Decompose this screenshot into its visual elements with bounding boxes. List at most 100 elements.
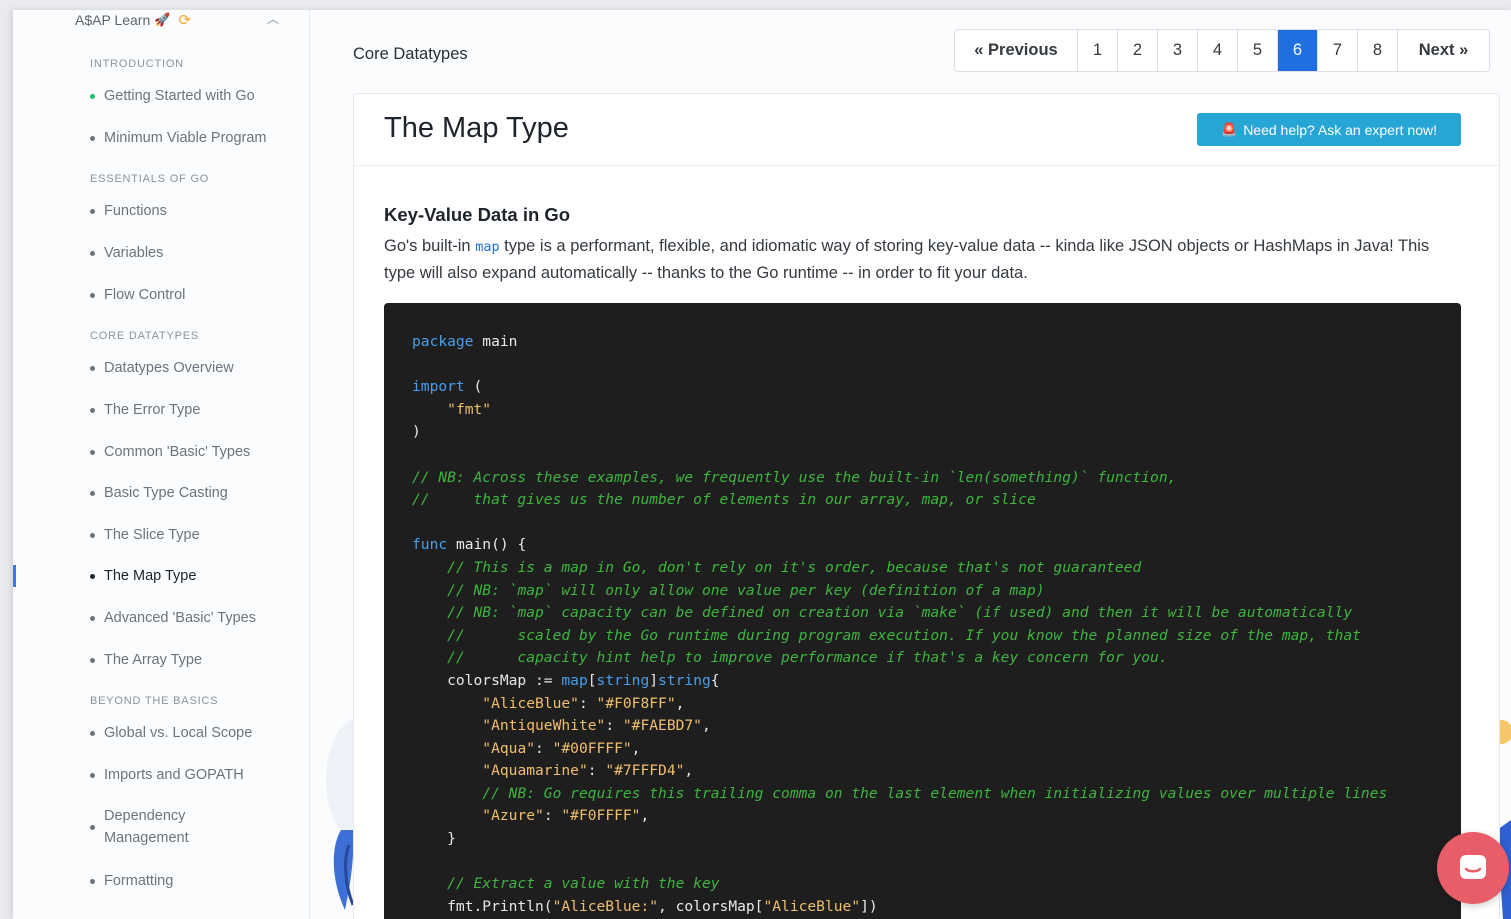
bullet-icon: [90, 408, 95, 413]
code-token: "AliceBlue": [763, 897, 861, 915]
page-8-button[interactable]: 8: [1358, 30, 1398, 71]
code-token: {: [710, 671, 720, 689]
bullet-icon: [90, 251, 95, 256]
sidebar-item-label: Datatypes Overview: [104, 360, 234, 376]
code-token: // that gives us the number of elements …: [412, 491, 1036, 509]
sidebar-item[interactable]: Functions: [90, 200, 290, 222]
code-token: "#FAEBD7": [622, 717, 702, 735]
code-block[interactable]: package main import ( "fmt") // NB: Across…: [384, 303, 1461, 919]
code-token: package: [412, 333, 474, 350]
brand-name: A$AP Learn: [75, 12, 151, 28]
code-token: [: [587, 671, 597, 689]
sidebar-item[interactable]: Common 'Basic' Types: [90, 441, 290, 463]
sidebar-item-label: Flow Control: [104, 287, 186, 303]
code-token: "fmt": [447, 400, 492, 418]
bullet-icon: [90, 825, 95, 830]
code-token: "AliceBlue": [482, 694, 579, 712]
sidebar-item-label: Advanced 'Basic' Types: [104, 610, 256, 626]
code-token: map: [561, 671, 588, 689]
bullet-icon: [90, 773, 95, 778]
sidebar-item[interactable]: Variables: [90, 242, 290, 264]
chat-button[interactable]: [1437, 832, 1509, 904]
sidebar-item-label: The Map Type: [104, 568, 197, 584]
page-5-button[interactable]: 5: [1238, 30, 1278, 71]
sidebar-item-label: Formatting: [104, 873, 174, 889]
bullet-icon: [90, 94, 95, 99]
sidebar-item[interactable]: Imports and GOPATH: [90, 764, 290, 786]
sidebar-item[interactable]: Formatting: [90, 870, 290, 892]
code-token: string: [596, 671, 650, 689]
code-token: // capacity hint help to improve perform…: [447, 649, 1168, 667]
previous-page-button[interactable]: « Previous: [955, 30, 1078, 71]
sidebar-item-label: Minimum Viable Program: [104, 130, 267, 146]
code-token: ,: [640, 807, 650, 825]
bullet-icon: [90, 731, 95, 736]
code-line: // NB: Go requires this trailing comma o…: [412, 783, 1461, 806]
sidebar-item[interactable]: The Array Type: [90, 649, 290, 671]
page-7-button[interactable]: 7: [1318, 30, 1358, 71]
code-line: ): [412, 421, 1461, 444]
page-1-button[interactable]: 1: [1078, 30, 1118, 71]
sidebar-item[interactable]: Dependency Management: [90, 805, 230, 849]
sidebar-item[interactable]: The Error Type: [90, 399, 290, 421]
sidebar-item-label: Dependency Management: [104, 808, 189, 846]
sidebar-item[interactable]: Minimum Viable Program: [90, 127, 290, 149]
code-line: "Azure": "#F0FFFF",: [412, 805, 1461, 828]
code-token: func: [412, 536, 448, 554]
code-token: // Extract a value with the key: [447, 875, 720, 893]
sidebar-item-label: The Slice Type: [104, 527, 200, 543]
sidebar-item[interactable]: Getting Started with Go: [90, 85, 290, 107]
sidebar-item[interactable]: Datatypes Overview: [90, 357, 290, 379]
next-page-button[interactable]: Next »: [1398, 30, 1489, 71]
code-token: // NB: `map` will only allow one value p…: [447, 581, 1045, 599]
intro-text-start: Go's built-in: [384, 237, 476, 255]
ask-expert-button[interactable]: 🚨 Need help? Ask an expert now!: [1197, 113, 1461, 146]
code-line: "AliceBlue": "#F0F8FF",: [412, 693, 1461, 716]
sidebar-item[interactable]: Global vs. Local Scope: [90, 722, 290, 744]
code-token: :: [605, 717, 623, 735]
chat-icon: [1460, 855, 1486, 879]
sidebar-section-heading: CORE DATATYPES: [90, 330, 199, 342]
code-line: fmt.Println("AliceBlue:", colorsMap["Ali…: [412, 896, 1461, 919]
alarm-icon: 🚨: [1221, 121, 1238, 137]
chevron-up-icon[interactable]: ︿: [267, 10, 279, 27]
code-token: import: [412, 378, 465, 396]
code-token: main: [473, 333, 518, 350]
code-token: colorsMap :=: [412, 671, 562, 689]
code-token: // NB: Go requires this trailing comma o…: [482, 784, 1388, 802]
code-token: // NB: `map` capacity can be defined on …: [447, 604, 1353, 622]
code-token: string: [658, 671, 711, 689]
page-2-button[interactable]: 2: [1118, 30, 1158, 71]
code-token: "AntiqueWhite": [482, 717, 606, 735]
sidebar-item[interactable]: The Map Type: [90, 565, 290, 587]
code-token: ,: [631, 739, 641, 757]
code-token: }: [412, 830, 456, 848]
bullet-icon: [90, 616, 95, 621]
code-token: "Azure": [482, 807, 544, 825]
sidebar-item[interactable]: Advanced 'Basic' Types: [90, 607, 290, 629]
page-4-button[interactable]: 4: [1198, 30, 1238, 71]
sidebar-item[interactable]: Flow Control: [90, 284, 290, 306]
section-heading: Key-Value Data in Go: [384, 204, 571, 225]
code-token: :: [543, 807, 562, 825]
bullet-icon: [90, 366, 95, 371]
page-3-button[interactable]: 3: [1158, 30, 1198, 71]
sidebar-item-label: Getting Started with Go: [104, 88, 255, 104]
page-6-button[interactable]: 6: [1278, 30, 1318, 71]
code-token: ]): [860, 897, 878, 915]
code-token: // scaled by the Go runtime during progr…: [447, 626, 1361, 644]
brand[interactable]: A$AP Learn 🚀 ⟳: [75, 11, 191, 29]
lesson-header: The Map Type 🚨 Need help? Ask an expert …: [354, 94, 1499, 166]
sidebar-item[interactable]: Basic Type Casting: [90, 482, 290, 504]
code-line: colorsMap := map[string]string{: [412, 670, 1461, 693]
code-token: ,: [684, 762, 694, 780]
sidebar-item[interactable]: The Slice Type: [90, 524, 290, 546]
code-token: ,: [701, 717, 711, 735]
rocket-icon: 🚀: [154, 12, 171, 27]
